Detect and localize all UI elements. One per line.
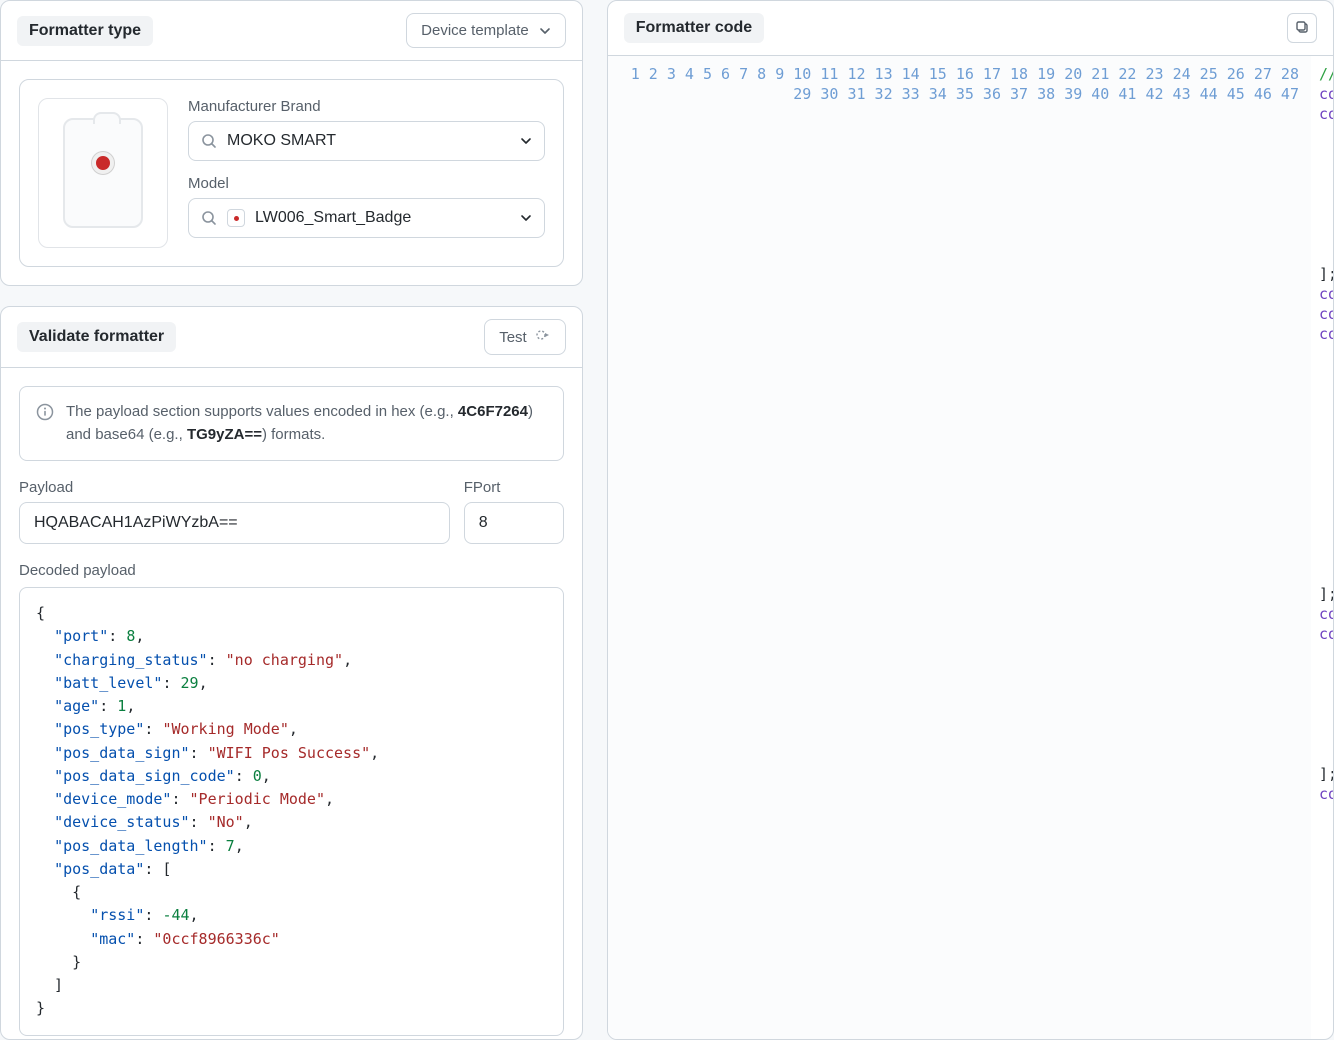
info-icon bbox=[36, 401, 54, 446]
search-icon bbox=[201, 210, 217, 226]
search-icon bbox=[201, 133, 217, 149]
payload-label: Payload bbox=[19, 479, 450, 496]
model-thumb-icon bbox=[227, 209, 245, 227]
model-select[interactable]: LW006_Smart_Badge bbox=[188, 198, 545, 238]
brand-select[interactable]: MOKO SMART bbox=[188, 121, 545, 161]
formatter-code-card: Formatter code 1 2 3 4 5 6 7 8 9 10 11 1… bbox=[607, 0, 1334, 1040]
formatter-code-title: Formatter code bbox=[624, 13, 764, 43]
device-template-select-label: Device template bbox=[421, 22, 529, 39]
brand-value: MOKO SMART bbox=[227, 132, 510, 150]
payload-input[interactable] bbox=[19, 502, 450, 544]
copy-icon bbox=[1294, 19, 1310, 38]
run-icon bbox=[535, 327, 551, 347]
code-lines: // Mapping Arrays const turnOffMode = ["… bbox=[1311, 56, 1333, 1039]
copy-button[interactable] bbox=[1287, 13, 1317, 43]
formatter-type-card: Formatter type Device template Manufactu… bbox=[0, 0, 583, 286]
line-gutter: 1 2 3 4 5 6 7 8 9 10 11 12 13 14 15 16 1… bbox=[608, 56, 1311, 1039]
test-button-label: Test bbox=[499, 329, 527, 346]
decoded-output: { "port": 8, "charging_status": "no char… bbox=[19, 587, 564, 1036]
device-panel: Manufacturer Brand MOKO SMART bbox=[19, 79, 564, 267]
code-editor[interactable]: 1 2 3 4 5 6 7 8 9 10 11 12 13 14 15 16 1… bbox=[608, 56, 1333, 1039]
chevron-down-icon bbox=[539, 25, 551, 37]
device-image bbox=[38, 98, 168, 248]
decoded-label: Decoded payload bbox=[19, 562, 564, 579]
fport-label: FPort bbox=[464, 479, 564, 496]
chevron-down-icon bbox=[520, 135, 532, 147]
device-template-select[interactable]: Device template bbox=[406, 13, 566, 48]
model-value: LW006_Smart_Badge bbox=[255, 209, 510, 227]
formatter-type-title: Formatter type bbox=[17, 16, 153, 46]
payload-info-text: The payload section supports values enco… bbox=[66, 401, 547, 446]
test-button[interactable]: Test bbox=[484, 319, 566, 355]
chevron-down-icon bbox=[520, 212, 532, 224]
payload-info: The payload section supports values enco… bbox=[19, 386, 564, 461]
fport-input[interactable] bbox=[464, 502, 564, 544]
model-label: Model bbox=[188, 175, 545, 192]
brand-label: Manufacturer Brand bbox=[188, 98, 545, 115]
validate-formatter-card: Validate formatter Test bbox=[0, 306, 583, 1040]
validate-title: Validate formatter bbox=[17, 322, 176, 352]
